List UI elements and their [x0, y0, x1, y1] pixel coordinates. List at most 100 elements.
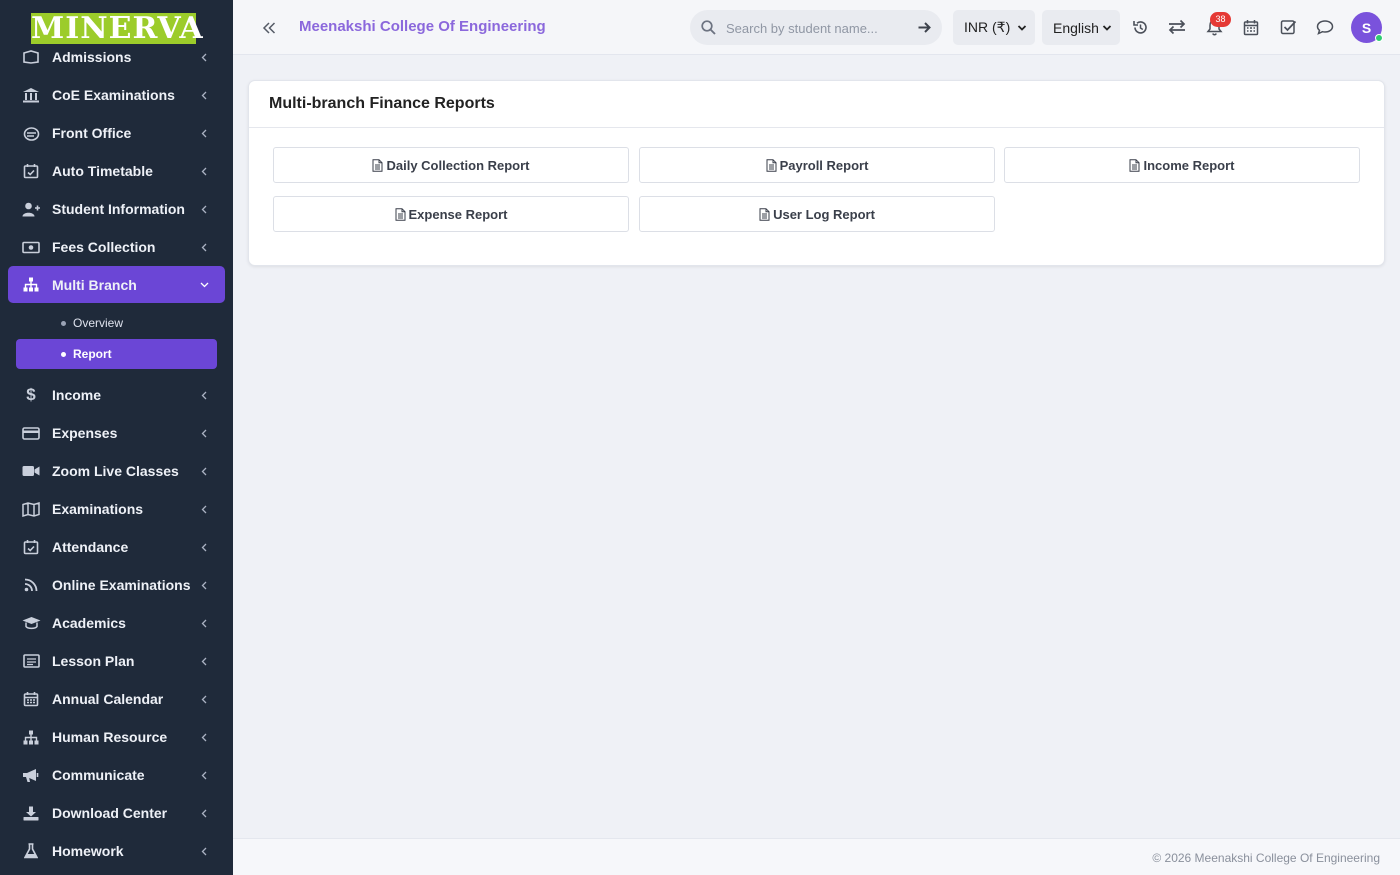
sidebar-item-label: Expenses [52, 425, 118, 441]
chevron-left-icon [199, 242, 209, 252]
finance-reports-card: Multi-branch Finance Reports Daily Colle… [248, 80, 1385, 266]
chevron-down-icon [1017, 25, 1027, 31]
map-icon [21, 499, 41, 519]
calendar-button[interactable] [1241, 17, 1261, 37]
chevron-left-icon [199, 390, 209, 400]
sidebar-item-label: Zoom Live Classes [52, 463, 179, 479]
chevron-left-icon [199, 52, 209, 62]
user-plus-icon [21, 199, 41, 219]
sidebar-item-expenses[interactable]: Expenses [0, 414, 233, 452]
sidebar-item-income[interactable]: $ Income [0, 376, 233, 414]
sidebar-item-auto-timetable[interactable]: Auto Timetable [0, 152, 233, 190]
sidebar-item-coe-examinations[interactable]: CoE Examinations [0, 76, 233, 114]
sidebar-item-examinations[interactable]: Examinations [0, 490, 233, 528]
graduation-cap-icon [21, 613, 41, 633]
money-icon [21, 237, 41, 257]
sidebar-item-homework[interactable]: Homework [0, 832, 233, 870]
logo-bar: MINERVA [0, 0, 233, 44]
report-label: Expense Report [408, 206, 508, 222]
sidebar-item-annual-calendar[interactable]: Annual Calendar [0, 680, 233, 718]
sidebar-item-label: Front Office [52, 125, 132, 141]
chat-button[interactable] [1315, 17, 1335, 37]
chevron-left-icon [199, 770, 209, 780]
chevron-left-icon [199, 204, 209, 214]
sidebar-item-label: Student Information [52, 201, 185, 217]
submenu-item-report[interactable]: Report [16, 339, 217, 369]
sidebar-item-label: Download Center [52, 805, 168, 821]
sidebar-item-front-office[interactable]: Front Office [0, 114, 233, 152]
credit-card-icon [21, 423, 41, 443]
sidebar-item-label: Human Resource [52, 729, 168, 745]
file-text-icon [766, 158, 777, 172]
income-report-button[interactable]: Income Report [1004, 147, 1360, 183]
chevron-left-icon [199, 618, 209, 628]
sidebar-item-online-examinations[interactable]: Online Examinations [0, 566, 233, 604]
flask-icon [21, 841, 41, 861]
submenu-item-overview[interactable]: Overview [0, 308, 233, 338]
double-chevron-left-icon [262, 22, 276, 34]
chevron-left-icon [199, 656, 209, 666]
sidebar-item-attendance[interactable]: Attendance [0, 528, 233, 566]
chevron-left-icon [199, 428, 209, 438]
chevron-down-icon [199, 280, 209, 290]
calendar-icon [21, 689, 41, 709]
sidebar-item-multi-branch[interactable]: Multi Branch [8, 266, 225, 303]
sidebar-item-label: Annual Calendar [52, 691, 164, 707]
chevron-down-icon [1102, 25, 1112, 31]
sidebar-item-label: Auto Timetable [52, 163, 153, 179]
sidebar-item-zoom-live-classes[interactable]: Zoom Live Classes [0, 452, 233, 490]
history-button[interactable] [1130, 17, 1150, 37]
front-office-icon [21, 123, 41, 143]
language-select[interactable]: English [1042, 10, 1120, 45]
sidebar-item-label: Attendance [52, 539, 129, 555]
file-text-icon [395, 207, 405, 221]
user-log-report-button[interactable]: User Log Report [639, 196, 995, 232]
sidebar-item-student-information[interactable]: Student Information [0, 190, 233, 228]
bullet-dot [61, 321, 66, 326]
submenu-item-label: Report [73, 347, 112, 361]
file-text-icon [372, 158, 383, 172]
switch-branch-button[interactable] [1167, 17, 1187, 37]
arrow-right-icon[interactable] [917, 20, 932, 35]
student-search [690, 10, 942, 45]
daily-collection-report-button[interactable]: Daily Collection Report [273, 147, 629, 183]
chevron-left-icon [199, 694, 209, 704]
collapse-sidebar-button[interactable] [258, 17, 280, 39]
sidebar-item-lesson-plan[interactable]: Lesson Plan [0, 642, 233, 680]
video-icon [21, 461, 41, 481]
payroll-report-button[interactable]: Payroll Report [639, 147, 995, 183]
chevron-left-icon [199, 166, 209, 176]
tasks-button[interactable] [1278, 17, 1298, 37]
sidebar-item-communicate[interactable]: Communicate [0, 756, 233, 794]
sidebar-item-human-resource[interactable]: Human Resource [0, 718, 233, 756]
calendar-check-icon [21, 161, 41, 181]
check-square-icon [1280, 20, 1296, 35]
bank-icon [21, 85, 41, 105]
sidebar-item-label: CoE Examinations [52, 87, 175, 103]
file-text-icon [759, 207, 770, 221]
dollar-icon: $ [26, 385, 36, 404]
history-icon [1132, 20, 1147, 34]
chevron-left-icon [199, 732, 209, 742]
report-label: Income Report [1143, 157, 1235, 173]
search-input[interactable] [726, 18, 906, 38]
sidebar-item-download-center[interactable]: Download Center [0, 794, 233, 832]
report-label: Daily Collection Report [386, 157, 530, 173]
logo[interactable]: MINERVA [31, 13, 203, 44]
exchange-icon [1168, 19, 1186, 35]
expense-report-button[interactable]: Expense Report [273, 196, 629, 232]
top-navbar: Meenakshi College Of Engineering INR (₹)… [233, 0, 1400, 55]
sidebar-item-label: Admissions [52, 49, 132, 65]
sidebar-item-label: Lesson Plan [52, 653, 135, 669]
sidebar-item-academics[interactable]: Academics [0, 604, 233, 642]
sidebar-item-label: Multi Branch [52, 276, 137, 293]
admissions-icon [21, 47, 41, 67]
bullhorn-icon [21, 765, 41, 785]
currency-select[interactable]: INR (₹) [953, 10, 1035, 45]
rss-icon [21, 575, 41, 595]
file-text-icon [1129, 158, 1140, 172]
download-icon [21, 803, 41, 823]
sidebar-item-fees-collection[interactable]: Fees Collection [0, 228, 233, 266]
chevron-left-icon [199, 846, 209, 856]
page-title: Meenakshi College Of Engineering [299, 18, 546, 35]
